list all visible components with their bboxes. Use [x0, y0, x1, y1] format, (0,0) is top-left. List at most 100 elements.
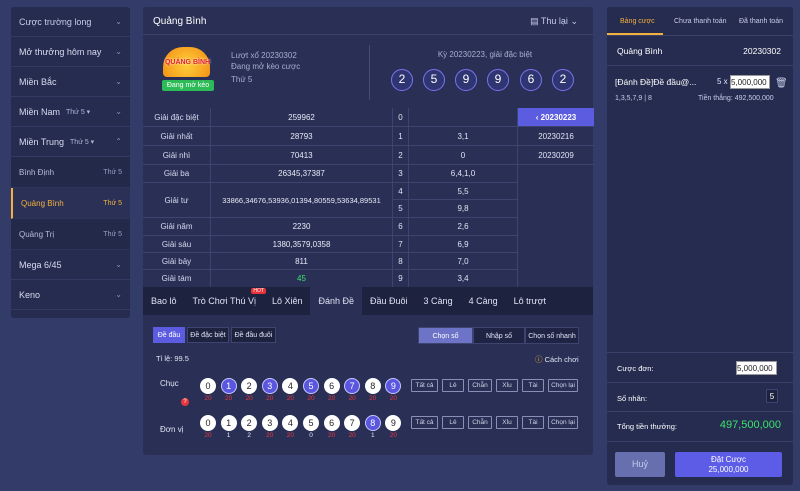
sidebar-subitem-binh-dinh[interactable]: Bình Định Thứ 5: [11, 157, 130, 188]
date-item[interactable]: 20230209: [518, 146, 594, 165]
tab-danh-de[interactable]: Đánh Đề: [310, 287, 363, 315]
single-bet-input[interactable]: 5,000,000: [736, 361, 777, 375]
result-ball: 9: [455, 69, 477, 91]
bet-type-de-dac-biet[interactable]: Đề đặc biệt: [187, 327, 229, 343]
tab-bang-cuoc[interactable]: Bảng cược: [620, 18, 655, 25]
tab-label: 4 Càng: [468, 296, 498, 306]
row-label-don-vi: Đơn vị: [160, 425, 184, 434]
sidebar-item-mega[interactable]: Mega 6/45 ⌄: [11, 250, 130, 280]
number-ball[interactable]: 0: [200, 415, 216, 431]
chevron-down-icon: ⌄: [115, 107, 122, 116]
trash-icon[interactable]: 🗑: [775, 78, 788, 89]
tab-label: Trò Chơi Thú Vị: [192, 296, 256, 306]
number-count: 20: [266, 395, 274, 402]
mode-chon-so-nhanh[interactable]: Chọn số nhanh: [525, 327, 579, 344]
sidebar-item-label: Mở thưởng hôm nay: [19, 46, 102, 57]
bet-type-de-dau[interactable]: Đề đầu: [153, 327, 185, 343]
sidebar-item-cuoc-truong-long[interactable]: Cược trường long ⌄: [11, 7, 130, 37]
filter-odd-button[interactable]: Lẻ: [442, 416, 464, 429]
filter-all-button[interactable]: Tất cả: [411, 379, 438, 392]
filter-even-button[interactable]: Chẵn: [468, 416, 492, 429]
number-ball[interactable]: 7: [344, 415, 361, 431]
number-ball[interactable]: 8: [364, 415, 381, 431]
sidebar-item-mien-bac[interactable]: Miền Bắc ⌄: [11, 67, 130, 97]
number-ball[interactable]: 1: [220, 378, 237, 394]
number-ball[interactable]: 5: [303, 378, 319, 394]
help-icon[interactable]: ?: [181, 398, 189, 406]
tab-bao-lo[interactable]: Bao lô: [143, 287, 185, 315]
main-header: Quảng Bình ▤ Thu lại ⌄: [143, 7, 593, 35]
day-select[interactable]: Thứ 5 ▾: [70, 138, 94, 146]
number-ball[interactable]: 3: [261, 415, 278, 431]
prize-name: Giải tư: [143, 183, 211, 217]
potential-win: Tiền thắng: 492,500,000: [698, 95, 774, 102]
tab-da-thanh-toan[interactable]: Đã thanh toán: [739, 18, 783, 25]
number-count: 20: [245, 395, 253, 402]
place-bet-button[interactable]: Đặt Cược 25,000,000: [675, 452, 782, 477]
duoi-digits: 3,4: [457, 274, 469, 283]
sidebar-item-mo-thuong[interactable]: Mở thưởng hôm nay ⌄: [11, 37, 130, 67]
number-ball[interactable]: 4: [282, 378, 299, 394]
number-ball[interactable]: 0: [200, 378, 216, 394]
number-ball[interactable]: 1: [220, 415, 237, 431]
number-ball[interactable]: 7: [344, 378, 361, 394]
number-ball[interactable]: 9: [385, 378, 402, 394]
number-ball[interactable]: 5: [303, 415, 319, 431]
previous-draw-label: Kỳ 20230223, giải đặc biệt: [437, 50, 533, 59]
number-ball[interactable]: 2: [241, 378, 258, 394]
filter-even-button[interactable]: Chẵn: [468, 379, 492, 392]
tab-chua-thanh-toan[interactable]: Chưa thanh toán: [674, 18, 727, 25]
sidebar-item-mien-trung[interactable]: Miền Trung Thứ 5 ▾ ⌃: [11, 127, 130, 157]
number-ball[interactable]: 8: [364, 378, 381, 394]
draw-number: Lượt xổ 20230302: [231, 51, 297, 60]
how-to-play-link[interactable]: ⓘ Cách chơi: [535, 354, 579, 365]
tab-dau-duoi[interactable]: Đầu Đuôi: [362, 287, 416, 315]
table-row: Giải bảy 811: [143, 253, 393, 270]
sidebar-subitem-quang-binh[interactable]: Quảng Bình Thứ 5: [11, 188, 130, 219]
number-ball[interactable]: 2: [241, 415, 258, 431]
draw-info: QUẢNG BÌNH Đang mở kèo Lượt xổ 20230302 …: [143, 35, 593, 108]
tab-tro-choi-thu-vi[interactable]: Trò Chơi Thú Vị HOT: [185, 287, 266, 315]
divider: [607, 65, 793, 66]
tab-3-cang[interactable]: 3 Càng: [416, 287, 461, 315]
date-item[interactable]: 20230216: [518, 127, 594, 146]
cancel-button[interactable]: Huỷ: [615, 452, 665, 477]
prize-value: 259962: [211, 108, 393, 126]
number-ball[interactable]: 6: [323, 415, 340, 431]
filter-small-button[interactable]: Xỉu: [496, 379, 518, 392]
filter-odd-button[interactable]: Lẻ: [442, 379, 464, 392]
sidebar-subitem-quang-tri[interactable]: Quảng Trị Thứ 5: [11, 219, 130, 250]
prize-name: Giải sáu: [143, 236, 211, 252]
filter-big-button[interactable]: Tài: [522, 379, 544, 392]
filter-all-button[interactable]: Tất cả: [411, 416, 438, 429]
day-select[interactable]: Thứ 5 ▾: [66, 108, 90, 116]
date-item-selected[interactable]: ‹ 20230223: [518, 108, 594, 127]
mode-nhap-so[interactable]: Nhập số: [473, 327, 525, 344]
number-count: 20: [389, 395, 397, 402]
number-ball[interactable]: 4: [282, 415, 299, 431]
filter-reset-button[interactable]: Chọn lại: [548, 379, 578, 392]
filter-big-button[interactable]: Tài: [522, 416, 544, 429]
filter-reset-button[interactable]: Chọn lại: [548, 416, 578, 429]
tab-lo-xien[interactable]: Lô Xiên: [264, 287, 311, 315]
number-ball[interactable]: 3: [261, 378, 278, 394]
dau-digit: 9: [393, 270, 409, 287]
sidebar-item-keno[interactable]: Keno ⌄: [11, 280, 130, 310]
mode-chon-so[interactable]: Chọn số: [418, 327, 473, 344]
chevron-down-icon: ⌄: [115, 17, 122, 26]
subitem-day: Thứ 5: [103, 230, 122, 238]
number-ball[interactable]: 6: [323, 378, 340, 394]
divider: [607, 352, 793, 353]
result-ball: 5: [423, 69, 445, 91]
bet-amount-input[interactable]: 5,000,000: [730, 75, 770, 89]
chevron-up-icon: ⌃: [115, 137, 122, 146]
bet-type-de-dau-duoi[interactable]: Đề đầu đuôi: [231, 327, 276, 343]
how-to-play-label: Cách chơi: [544, 355, 579, 364]
filter-small-button[interactable]: Xỉu: [496, 416, 518, 429]
number-ball[interactable]: 9: [385, 415, 402, 431]
tab-lo-truot[interactable]: Lô trượt: [506, 287, 554, 315]
multiplier-input[interactable]: 5: [766, 389, 778, 403]
collapse-button[interactable]: ▤ Thu lại ⌄: [530, 16, 578, 27]
sidebar-item-mien-nam[interactable]: Miền Nam Thứ 5 ▾ ⌄: [11, 97, 130, 127]
tab-4-cang[interactable]: 4 Càng: [461, 287, 506, 315]
